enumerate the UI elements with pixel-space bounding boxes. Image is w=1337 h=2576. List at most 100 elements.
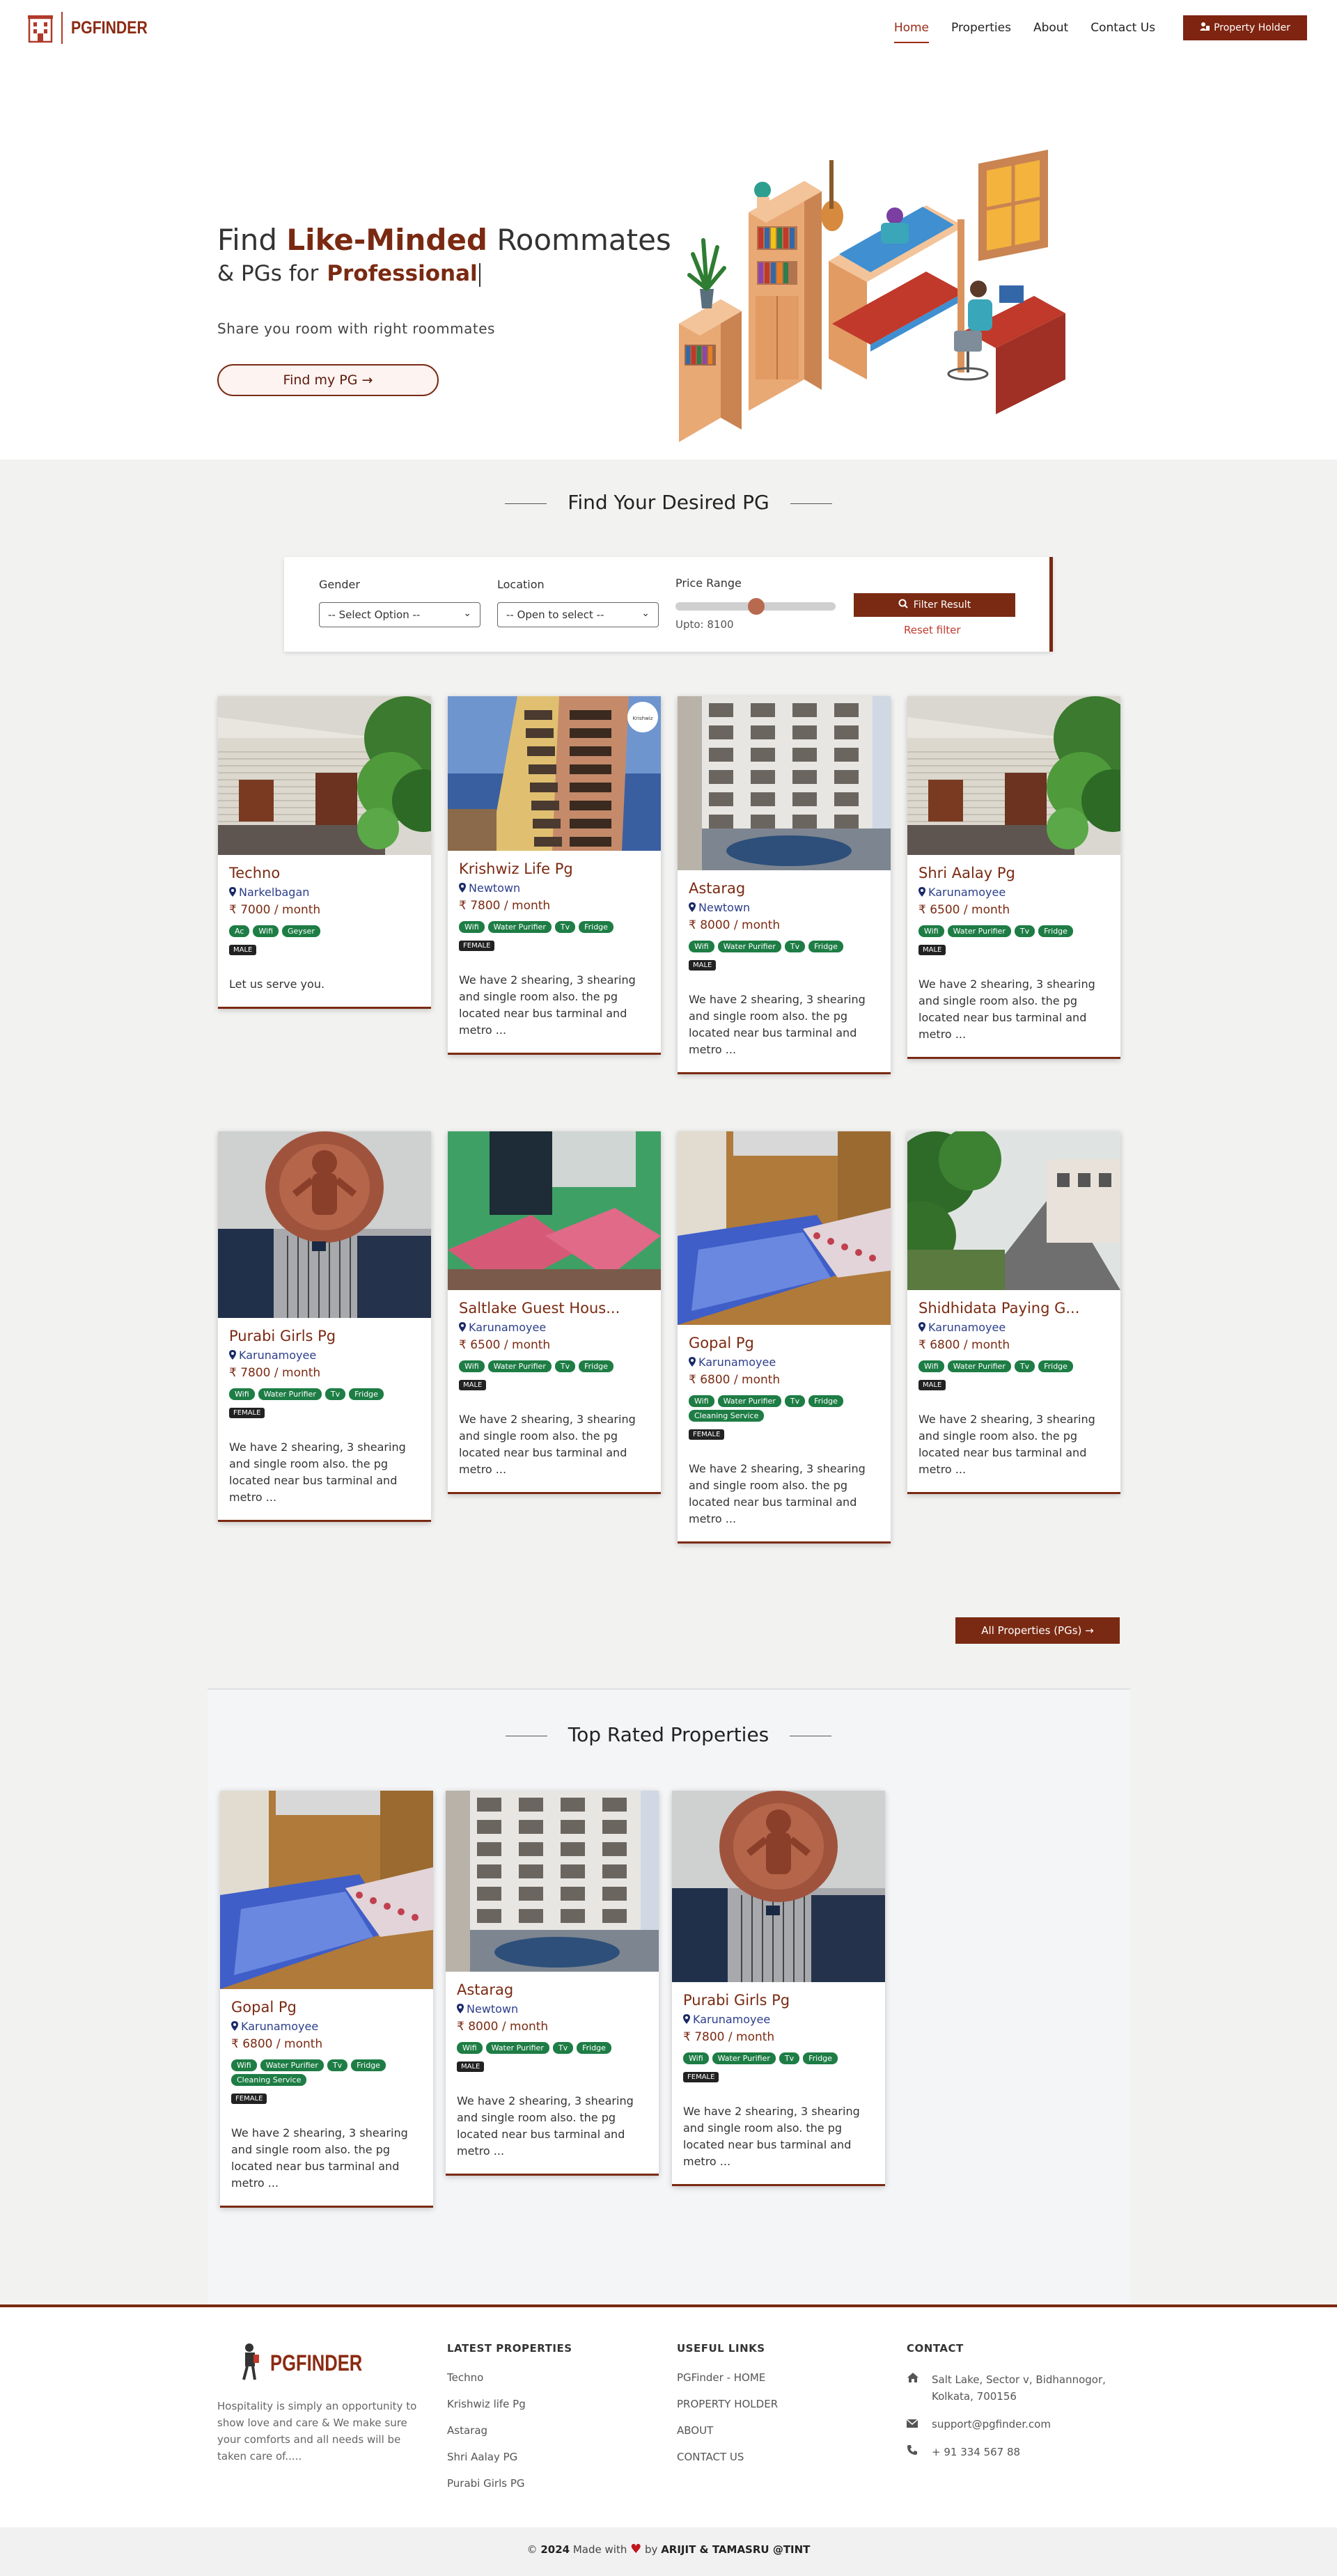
property-title[interactable]: Purabi Girls Pg <box>683 1992 874 2009</box>
property-photo[interactable] <box>678 696 891 870</box>
reset-filter-link[interactable]: Reset filter <box>904 624 961 636</box>
amenity-tag: Fridge <box>808 941 843 952</box>
property-photo[interactable]: Krishwiz <box>448 696 661 851</box>
gender-badge: MALE <box>459 1380 487 1390</box>
footer: PGFINDER Hospitality is simply an opport… <box>0 2304 1337 2527</box>
property-location: Newtown <box>689 901 879 914</box>
location-select-value: -- Open to select -- <box>506 608 604 621</box>
amenity-tag: Water Purifier <box>485 2042 549 2054</box>
property-title[interactable]: Gopal Pg <box>689 1335 879 1351</box>
amenity-tag: Water Purifier <box>260 2059 324 2071</box>
property-photo[interactable] <box>907 1131 1120 1290</box>
nav-home[interactable]: Home <box>893 17 930 43</box>
property-photo[interactable] <box>218 1131 431 1318</box>
listing-card[interactable]: Purabi Girls Pg Karunamoyee ₹ 7800 / month… <box>218 1131 431 1522</box>
map-pin-icon <box>459 882 466 893</box>
contact-phone[interactable]: + 91 334 567 88 <box>907 2444 1129 2460</box>
gender-badge: FEMALE <box>459 941 495 951</box>
filter-result-button[interactable]: Filter Result <box>854 593 1015 617</box>
footer-useful-link[interactable]: CONTACT US <box>677 2451 778 2463</box>
phone-icon <box>907 2444 932 2460</box>
amenity-tags: Wifi Water Purifier Tv Fridge <box>459 1360 650 1372</box>
footer-brand-name: PGFINDER <box>270 2350 363 2375</box>
property-holder-button[interactable]: Property Holder <box>1183 15 1307 40</box>
envelope-icon <box>906 2416 932 2433</box>
price-range-slider[interactable] <box>675 598 836 615</box>
property-title[interactable]: Astarag <box>457 1981 648 1998</box>
svg-text:Krishwiz: Krishwiz <box>633 716 653 721</box>
property-photo[interactable] <box>672 1791 885 1982</box>
amenity-tag: Fridge <box>1038 1360 1073 1372</box>
property-price: ₹ 6500 / month <box>459 1338 551 1352</box>
footer-useful-link[interactable]: ABOUT <box>677 2424 778 2437</box>
map-pin-icon <box>683 2013 690 2024</box>
top-rated-title: Top Rated Properties <box>0 1723 1337 1746</box>
amenity-tag: Wifi <box>683 2052 709 2064</box>
top-rated-card[interactable]: Astarag Newtown ₹ 8000 / month Wifi Water Pu… <box>446 1791 659 2176</box>
property-title[interactable]: Astarag <box>689 880 879 897</box>
find-my-pg-button[interactable]: Find my PG → <box>217 364 439 396</box>
location-select[interactable]: -- Open to select -- ⌄ <box>497 602 659 627</box>
amenity-tag: Fridge <box>1038 925 1073 937</box>
amenity-tags: Ac Wifi Geyser <box>229 925 420 937</box>
listing-card[interactable]: Saltlake Guest Hous... Karunamoyee ₹ 6500 … <box>448 1131 661 1494</box>
property-description: We have 2 shearing, 3 shearing and singl… <box>683 2105 860 2168</box>
gender-select-value: -- Select Option -- <box>328 608 421 621</box>
nav-about[interactable]: About <box>1033 17 1068 39</box>
brand-logo[interactable]: PGFINDER <box>26 12 161 44</box>
amenity-tags: Wifi Water Purifier Tv Fridge <box>683 2052 874 2064</box>
card-body: Gopal Pg Karunamoyee ₹ 6800 / month Wifi Wat… <box>220 1989 433 2206</box>
footer-latest-link[interactable]: Shri Aalay PG <box>447 2451 572 2463</box>
amenity-tags: Wifi Water Purifier Tv Fridge <box>918 925 1109 937</box>
useful-heading: USEFUL LINKS <box>677 2342 765 2355</box>
footer-useful-link[interactable]: PROPERTY HOLDER <box>677 2398 778 2410</box>
listing-card[interactable]: Techno Narkelbagan ₹ 7000 / month Ac Wifi Gey… <box>218 696 431 1009</box>
amenity-tag: Ac <box>229 925 250 937</box>
footer-latest-link[interactable]: Astarag <box>447 2424 572 2437</box>
property-title[interactable]: Shidhidata Paying G... <box>918 1300 1109 1317</box>
property-photo[interactable] <box>448 1131 661 1290</box>
property-title[interactable]: Techno <box>229 865 420 881</box>
card-body: Purabi Girls Pg Karunamoyee ₹ 7800 / month… <box>672 1982 885 2184</box>
property-title[interactable]: Krishwiz Life Pg <box>459 861 650 877</box>
footer-latest-link[interactable]: Techno <box>447 2371 572 2384</box>
property-photo[interactable] <box>907 696 1120 855</box>
property-photo[interactable] <box>446 1791 659 1972</box>
nav-contact[interactable]: Contact Us <box>1090 17 1155 39</box>
property-title[interactable]: Gopal Pg <box>231 1999 422 2016</box>
property-title[interactable]: Shri Aalay Pg <box>918 865 1109 881</box>
all-properties-button[interactable]: All Properties (PGs) → <box>955 1617 1120 1644</box>
gender-select[interactable]: -- Select Option -- ⌄ <box>319 602 480 627</box>
footer-brand[interactable]: PGFINDER <box>238 2342 430 2384</box>
listing-card[interactable]: Krishwiz Krishwiz Life Pg Newtown ₹ 7800 / … <box>448 696 661 1055</box>
contact-email[interactable]: support@pgfinder.com <box>906 2416 1129 2433</box>
listing-card[interactable]: Gopal Pg Karunamoyee ₹ 6800 / month Wifi Wat… <box>678 1131 891 1544</box>
property-photo[interactable] <box>220 1791 433 1989</box>
property-location: Karunamoyee <box>683 2013 874 2026</box>
slider-handle[interactable] <box>747 598 765 615</box>
gender-badge: MALE <box>918 1380 946 1390</box>
property-photo[interactable] <box>218 696 431 855</box>
amenity-tag: Wifi <box>459 1360 485 1372</box>
map-pin-icon <box>918 1321 925 1332</box>
top-rated-card[interactable]: Purabi Girls Pg Karunamoyee ₹ 7800 / month… <box>672 1791 885 2186</box>
card-body: Krishwiz Life Pg Newtown ₹ 7800 / month Wif… <box>448 851 661 1053</box>
map-pin-icon <box>229 886 236 897</box>
property-price: ₹ 8000 / month <box>457 2020 549 2034</box>
footer-useful-link[interactable]: PGFinder - HOME <box>677 2371 778 2384</box>
property-location: Newtown <box>459 881 650 895</box>
property-title[interactable]: Saltlake Guest Hous... <box>459 1300 650 1317</box>
top-rated-card[interactable]: Gopal Pg Karunamoyee ₹ 6800 / month Wifi Wat… <box>220 1791 433 2208</box>
listing-card[interactable]: Shidhidata Paying G... Karunamoyee ₹ 6800 … <box>907 1131 1120 1494</box>
footer-latest-link[interactable]: Krishwiz life Pg <box>447 2398 572 2410</box>
gender-badge: FEMALE <box>229 1408 265 1418</box>
listing-card[interactable]: Shri Aalay Pg Karunamoyee ₹ 6500 / month Wi… <box>907 696 1120 1059</box>
footer-latest-link[interactable]: Purabi Girls PG <box>447 2477 572 2490</box>
property-location: Karunamoyee <box>231 2020 422 2033</box>
listing-card[interactable]: Astarag Newtown ₹ 8000 / month Wifi Water Pu… <box>678 696 891 1074</box>
nav-properties[interactable]: Properties <box>951 17 1011 39</box>
amenity-tag: Tv <box>327 2059 348 2071</box>
property-photo[interactable] <box>678 1131 891 1325</box>
property-description: We have 2 shearing, 3 shearing and singl… <box>457 2094 634 2158</box>
property-title[interactable]: Purabi Girls Pg <box>229 1328 420 1344</box>
